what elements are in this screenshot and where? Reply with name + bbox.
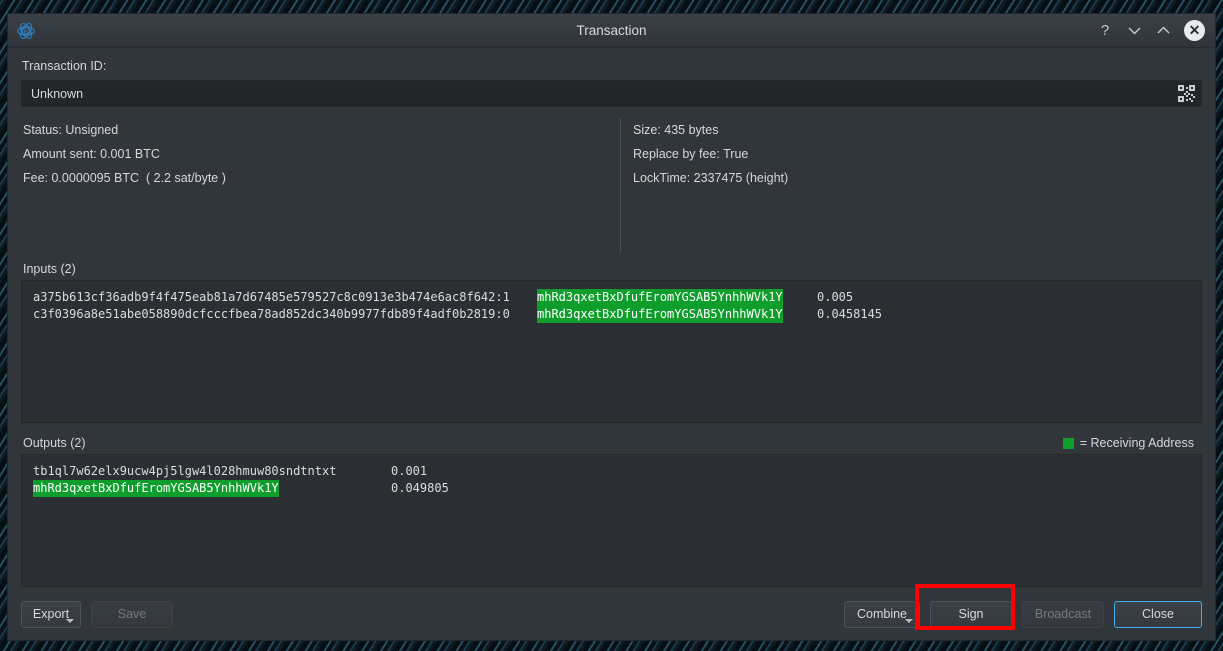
close-icon[interactable]: ✕ <box>1184 20 1205 41</box>
window-controls: ? ✕ <box>1097 20 1209 41</box>
broadcast-button: Broadcast <box>1022 600 1104 628</box>
output-address-cell: tb1ql7w62elx9ucw4pj5lgw4l028hmuw80sndtnt… <box>33 463 391 480</box>
size-line: Size: 435 bytes <box>633 123 719 137</box>
input-address: mhRd3qxetBxDfufEromYGSAB5YnhhWVk1Y <box>537 289 783 306</box>
status-line: Status: Unsigned <box>23 123 119 137</box>
input-amount: 0.005 <box>817 290 854 304</box>
locktime-line: LockTime: 2337475 (height) <box>633 171 789 185</box>
outputs-header: Outputs (2) = Receiving Address <box>21 432 1202 454</box>
table-row[interactable]: a375b613cf36adb9f4f475eab81a7d67485e5795… <box>22 289 1201 306</box>
combine-button[interactable]: Combine <box>844 600 920 628</box>
sign-button-wrapper: Sign <box>915 583 1015 630</box>
title-bar: B Transaction ? ✕ <box>8 14 1215 48</box>
input-address: mhRd3qxetBxDfufEromYGSAB5YnhhWVk1Y <box>537 306 783 323</box>
footer-action-buttons: Combine Sign Broadcast Close <box>844 583 1202 630</box>
outputs-header-label: Outputs (2) <box>23 436 86 450</box>
input-address-cell: mhRd3qxetBxDfufEromYGSAB5YnhhWVk1Y <box>537 289 817 306</box>
output-amount: 0.049805 <box>391 481 449 495</box>
combine-button-label: Combine <box>856 607 908 621</box>
input-address-cell: mhRd3qxetBxDfufEromYGSAB5YnhhWVk1Y <box>537 306 817 323</box>
chevron-down-icon <box>66 618 74 623</box>
dialog-content: Transaction ID: Unknown Status: Unsigned… <box>8 48 1215 588</box>
details-left-column: Status: Unsigned Amount sent: 0.001 BTC … <box>21 118 620 258</box>
input-txid: a375b613cf36adb9f4f475eab81a7d67485e5795… <box>33 290 510 304</box>
window-title: Transaction <box>576 23 647 38</box>
legend-label: = Receiving Address <box>1079 436 1194 450</box>
outputs-list[interactable]: tb1ql7w62elx9ucw4pj5lgw4l028hmuw80sndtnt… <box>21 454 1202 587</box>
qr-code-icon[interactable] <box>1175 83 1197 105</box>
inputs-list[interactable]: a375b613cf36adb9f4f475eab81a7d67485e5795… <box>21 280 1202 423</box>
save-button: Save <box>91 600 173 628</box>
replace-by-fee-line: Replace by fee: True <box>633 147 749 161</box>
fee-line: Fee: 0.0000095 BTC ( 2.2 sat/byte ) <box>23 171 226 185</box>
output-address: tb1ql7w62elx9ucw4pj5lgw4l028hmuw80sndtnt… <box>33 464 337 478</box>
chevron-down-icon <box>905 618 913 623</box>
receiving-address-legend: = Receiving Address <box>1062 436 1202 450</box>
export-button-label: Export <box>32 607 70 621</box>
export-button[interactable]: Export <box>21 600 81 628</box>
output-address-cell: mhRd3qxetBxDfufEromYGSAB5YnhhWVk1Y <box>33 480 391 497</box>
output-amount: 0.001 <box>391 464 428 478</box>
close-button-label: Close <box>1142 607 1174 621</box>
sign-button-label: Sign <box>958 607 984 621</box>
input-amount: 0.0458145 <box>817 307 883 321</box>
input-txid: c3f0396a8e51abe058890dcfcccfbea78ad852dc… <box>33 307 510 321</box>
close-button[interactable]: Close <box>1114 600 1202 628</box>
table-row[interactable]: c3f0396a8e51abe058890dcfcccfbea78ad852dc… <box>22 306 1201 323</box>
table-row[interactable]: mhRd3qxetBxDfufEromYGSAB5YnhhWVk1Y 0.049… <box>22 480 1201 497</box>
output-address: mhRd3qxetBxDfufEromYGSAB5YnhhWVk1Y <box>33 480 279 497</box>
amount-sent-line: Amount sent: 0.001 BTC <box>23 147 160 161</box>
save-button-label: Save <box>117 607 147 621</box>
transaction-details: Status: Unsigned Amount sent: 0.001 BTC … <box>21 118 1202 258</box>
inputs-header-label: Inputs (2) <box>23 262 76 276</box>
svg-text:B: B <box>24 29 28 36</box>
broadcast-button-label: Broadcast <box>1034 607 1092 621</box>
legend-color-swatch <box>1062 437 1074 449</box>
transaction-dialog: B Transaction ? ✕ Transaction ID: Unknow… <box>8 14 1215 640</box>
transaction-id-field[interactable]: Unknown <box>21 80 1202 107</box>
transaction-id-value: Unknown <box>31 86 84 101</box>
chevron-down-icon[interactable] <box>1126 22 1142 40</box>
details-right-column: Size: 435 bytes Replace by fee: True Loc… <box>621 118 1202 258</box>
dialog-footer: Export Save Combine Sign Broadcast Close <box>8 583 1215 640</box>
help-button[interactable]: ? <box>1097 22 1113 40</box>
electrum-logo-icon: B <box>15 20 37 42</box>
inputs-header: Inputs (2) <box>21 258 1202 280</box>
table-row[interactable]: tb1ql7w62elx9ucw4pj5lgw4l028hmuw80sndtnt… <box>22 463 1201 480</box>
sign-button[interactable]: Sign <box>930 600 1012 628</box>
transaction-id-label: Transaction ID: <box>22 59 107 73</box>
chevron-up-icon[interactable] <box>1155 22 1171 40</box>
